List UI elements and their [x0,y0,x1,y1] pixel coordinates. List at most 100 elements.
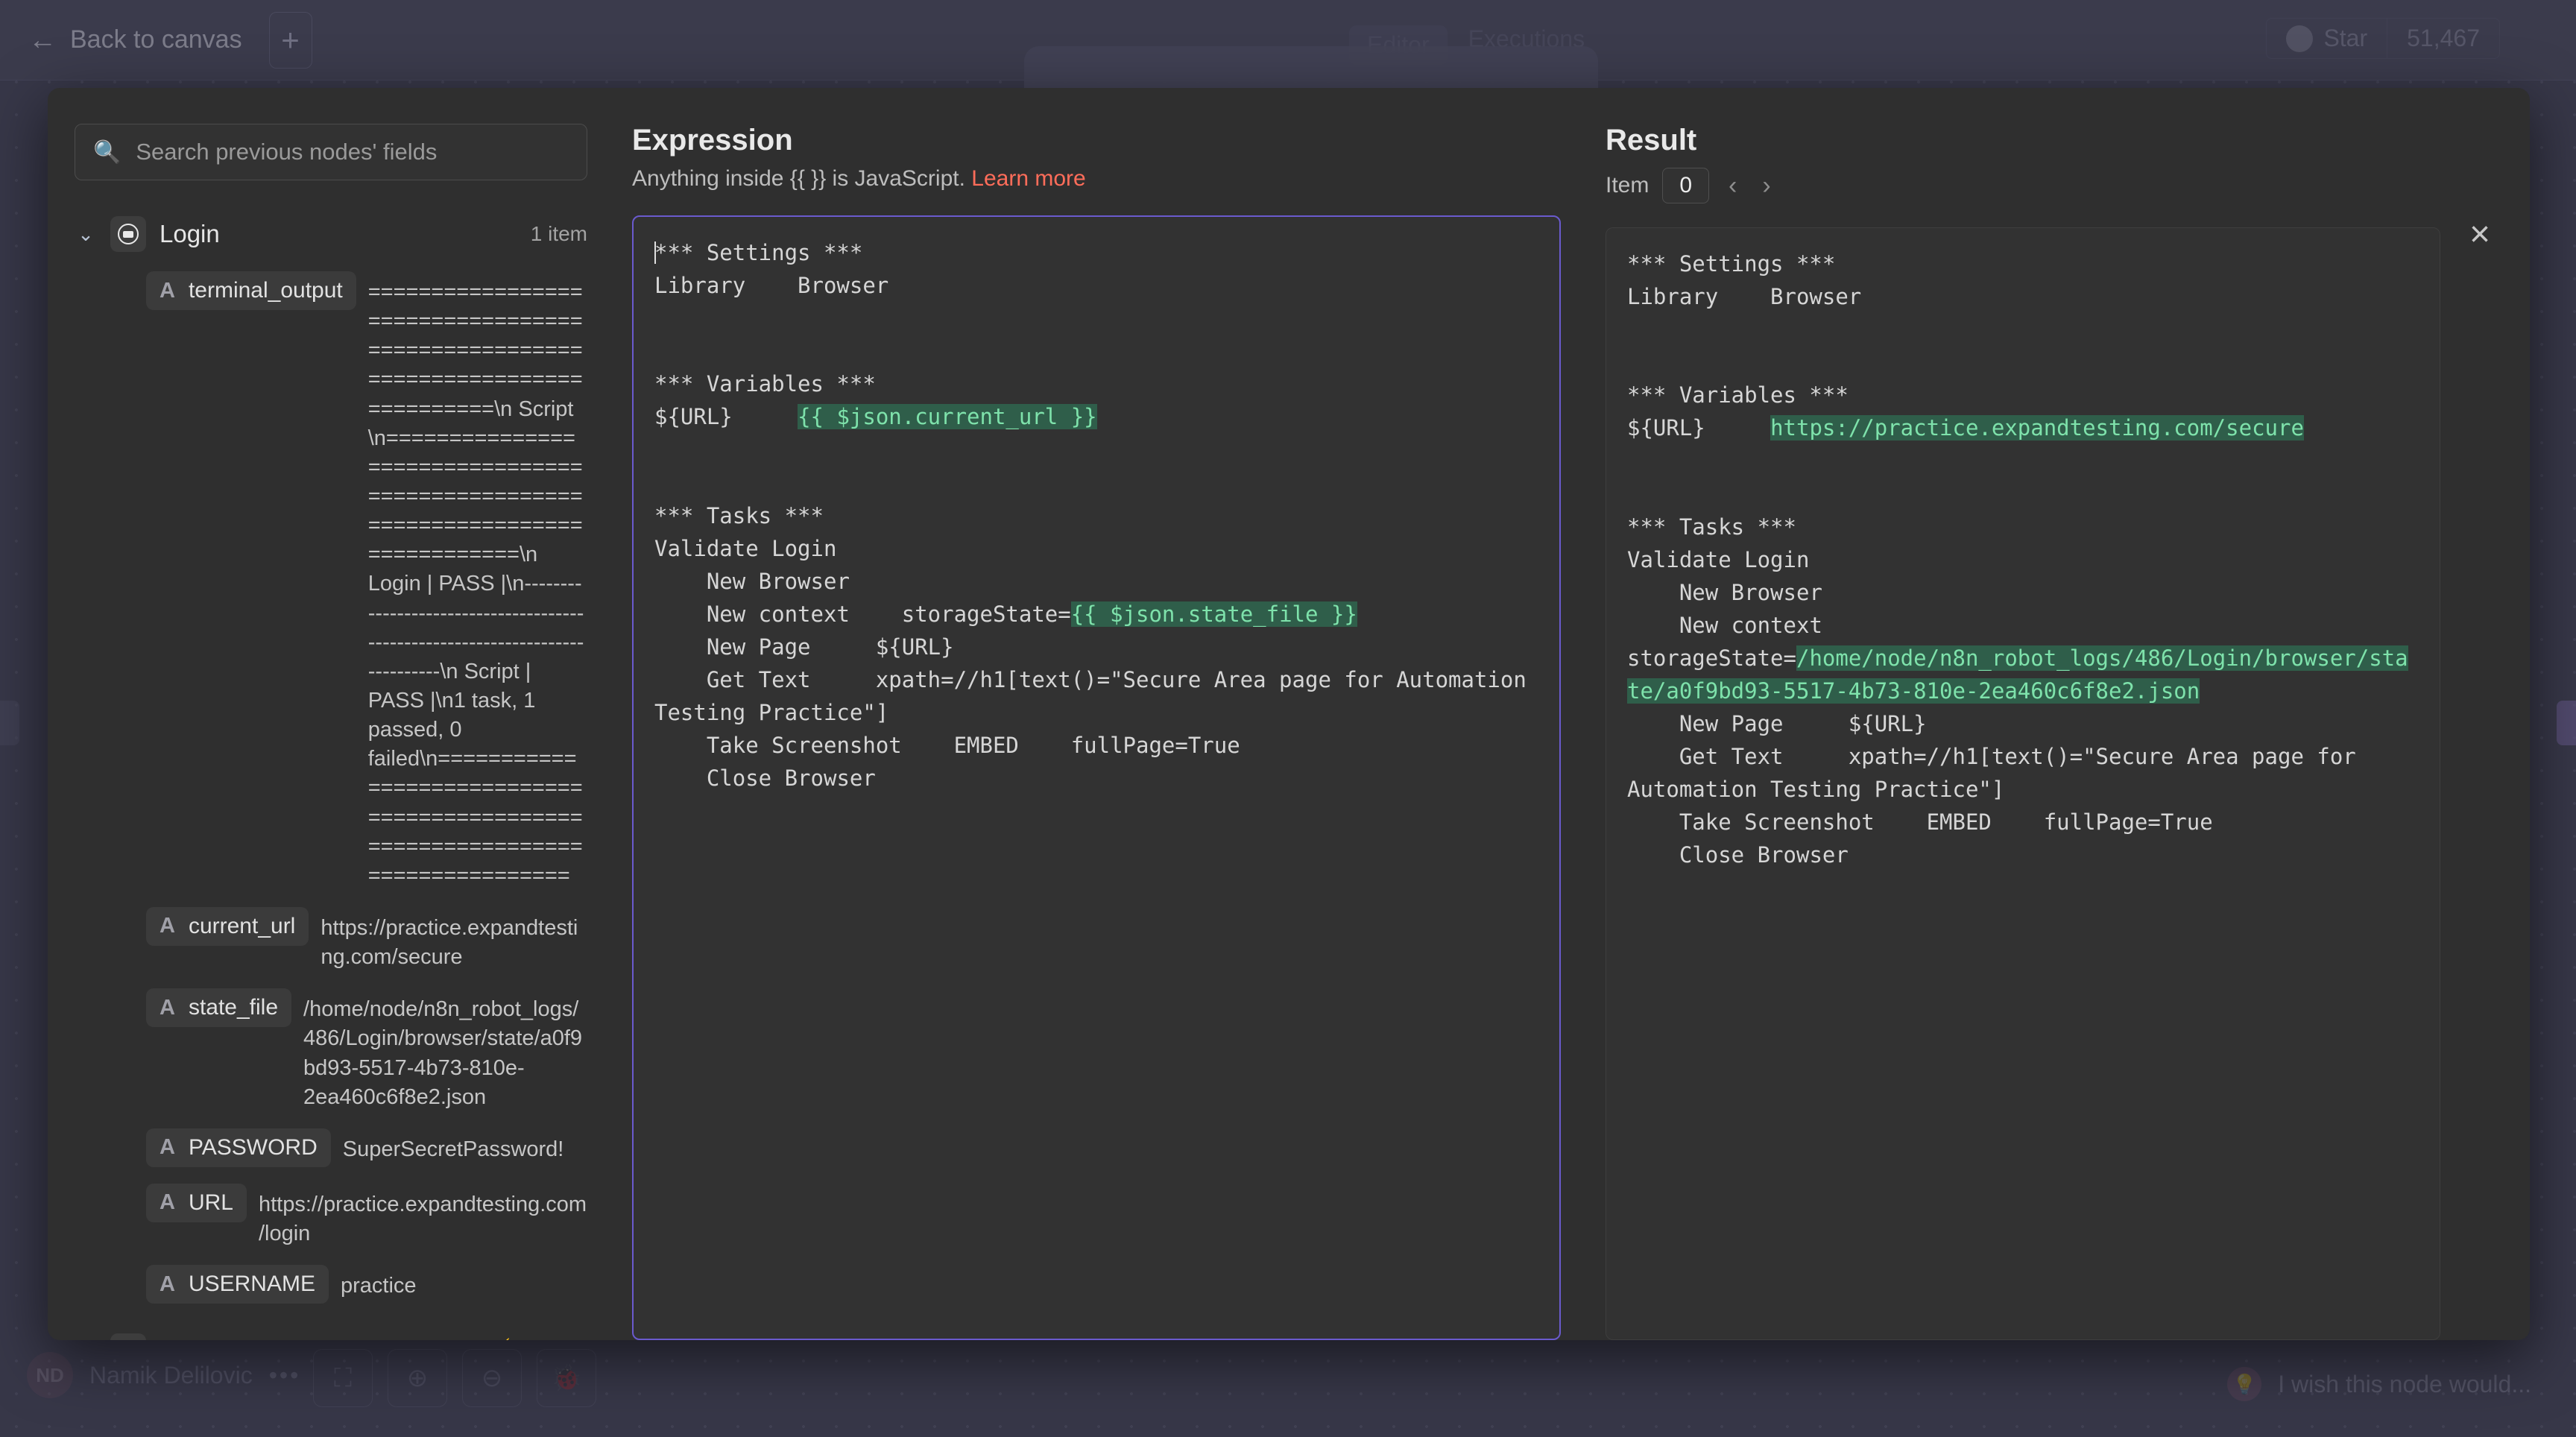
search-field-wrapper[interactable]: 🔍 [75,124,587,180]
code-line: New Browser [1627,576,2419,609]
field-value: ========================================… [356,271,587,891]
field-name: URL [189,1190,233,1216]
field-pill[interactable]: Astate_file [146,988,291,1027]
field-value: https://practice.expandtesting.com/secur… [309,907,587,972]
code-line: *** Settings *** [654,236,1538,269]
expression-subtitle: Anything inside {{ }} is JavaScript. Lea… [632,166,1561,192]
field-pill[interactable]: APASSWORD [146,1128,331,1167]
code-line: Close Browser [654,762,1538,795]
field-row[interactable]: Acurrent_urlhttps://practice.expandtesti… [75,907,587,972]
code-text: *** Variables *** [1627,382,1849,408]
close-icon[interactable]: × [2460,215,2500,255]
learn-more-link[interactable]: Learn more [971,166,1085,191]
field-pill[interactable]: Acurrent_url [146,907,309,946]
code-text: Library Browser [1627,284,1861,309]
type-string-icon: A [160,1272,175,1297]
code-text [654,470,667,496]
type-string-icon: A [160,914,175,938]
expression-code[interactable]: *** Settings *** Library Browser *** Vari… [654,236,1538,795]
code-text: Close Browser [654,765,876,791]
expression-subtitle-text: Anything inside {{ }} is JavaScript. [632,166,971,191]
code-line: Get Text xpath=//h1[text()="Secure Area … [1627,740,2419,806]
type-string-icon: A [160,1190,175,1215]
code-line: Take Screenshot EMBED fullPage=True [654,729,1538,762]
expression-title: Expression [632,124,1561,157]
code-text: *** Tasks *** [1627,514,1796,540]
resolved-expression-token: https://practice.expandtesting.com/secur… [1770,415,2304,440]
result-output: *** Settings *** Library Browser *** Vari… [1606,227,2440,1340]
code-text: New Browser [654,569,850,594]
type-string-icon: A [160,996,175,1020]
chevron-down-icon[interactable]: ⌄ [75,223,97,246]
resolved-expression-token: {{ $json.state_file }} [1071,601,1357,627]
node-group-header-trigger[interactable]: › ↖ When clicking 'Test workflow' ⚡ [75,1333,587,1340]
code-line [1627,313,2419,346]
code-text: New Page ${URL} [1627,711,1927,736]
item-label: Item [1606,173,1649,198]
expression-editor[interactable]: *** Settings *** Library Browser *** Vari… [632,215,1561,1340]
next-item-icon[interactable]: › [1756,171,1776,200]
robot-face-icon [118,224,139,244]
item-index-input[interactable]: 0 [1662,168,1709,203]
code-text: *** Settings *** [654,240,862,265]
code-text: ${URL} [1627,415,1770,440]
result-item-nav: Item 0 ‹ › [1606,168,2440,203]
code-text [1627,350,1640,375]
result-panel: Result Item 0 ‹ › *** Settings *** Librar… [1591,88,2530,1340]
code-text: Validate Login [654,536,836,561]
field-row[interactable]: APASSWORDSuperSecretPassword! [75,1128,587,1167]
code-line: Validate Login [1627,543,2419,576]
field-list: Aterminal_output========================… [75,271,587,1304]
node-group-header-login[interactable]: ⌄ Login 1 item [75,216,587,252]
field-name: current_url [189,914,295,939]
code-text: Library Browser [654,273,888,298]
code-line: Close Browser [1627,838,2419,871]
field-pill[interactable]: AUSERNAME [146,1265,329,1304]
code-text: Validate Login [1627,547,1809,572]
trigger-node-name: When clicking 'Test workflow' [160,1338,466,1340]
field-value: https://practice.expandtesting.com/login [247,1184,587,1248]
code-line: *** Tasks *** [1627,511,2419,543]
code-line: Library Browser [654,269,1538,302]
field-value: /home/node/n8n_robot_logs/486/Login/brow… [291,988,587,1112]
code-text: *** Settings *** [1627,251,1835,277]
field-pill[interactable]: A URL [146,1184,247,1222]
code-line: *** Settings *** [1627,247,2419,280]
code-text: Close Browser [1627,842,1849,868]
lightning-bolt-icon: ⚡ [487,1337,517,1340]
code-text: New Browser [1627,580,1822,605]
code-text [1627,448,1640,473]
code-line: New Browser [654,565,1538,598]
resolved-expression-token: {{ $json.current_url }} [798,404,1097,429]
field-name: terminal_output [189,278,343,303]
code-text: *** Tasks *** [654,503,824,528]
code-line [1627,478,2419,511]
code-text [1627,317,1640,342]
code-line [654,302,1538,335]
field-value: practice [329,1265,587,1301]
code-line: New context storageState={{ $json.state_… [654,598,1538,631]
code-line: *** Variables *** [654,367,1538,400]
field-value: SuperSecretPassword! [331,1128,587,1164]
field-row[interactable]: Aterminal_output========================… [75,271,587,891]
search-input[interactable] [136,139,569,165]
expression-panel: Expression Anything inside {{ }} is Java… [614,88,1591,1340]
code-line: New Page ${URL} [1627,707,2419,740]
code-text: Get Text xpath=//h1[text()="Secure Area … [654,667,1539,725]
result-title: Result [1606,124,2440,157]
code-line: *** Tasks *** [654,499,1538,532]
search-icon: 🔍 [93,139,121,165]
field-row[interactable]: Astate_file/home/node/n8n_robot_logs/486… [75,988,587,1112]
code-line: Take Screenshot EMBED fullPage=True [1627,806,2419,838]
code-text: ${URL} [654,404,798,429]
code-text: New Page ${URL} [654,634,954,660]
code-text [654,437,667,462]
field-row[interactable]: A URL https://practice.expandtesting.com/l… [75,1184,587,1248]
prev-item-icon[interactable]: ‹ [1723,171,1743,200]
code-line: New Page ${URL} [654,631,1538,663]
node-icon-login [110,216,146,252]
code-text [654,306,667,331]
field-pill[interactable]: Aterminal_output [146,271,356,310]
code-text [1627,481,1640,507]
field-row[interactable]: AUSERNAMEpractice [75,1265,587,1304]
